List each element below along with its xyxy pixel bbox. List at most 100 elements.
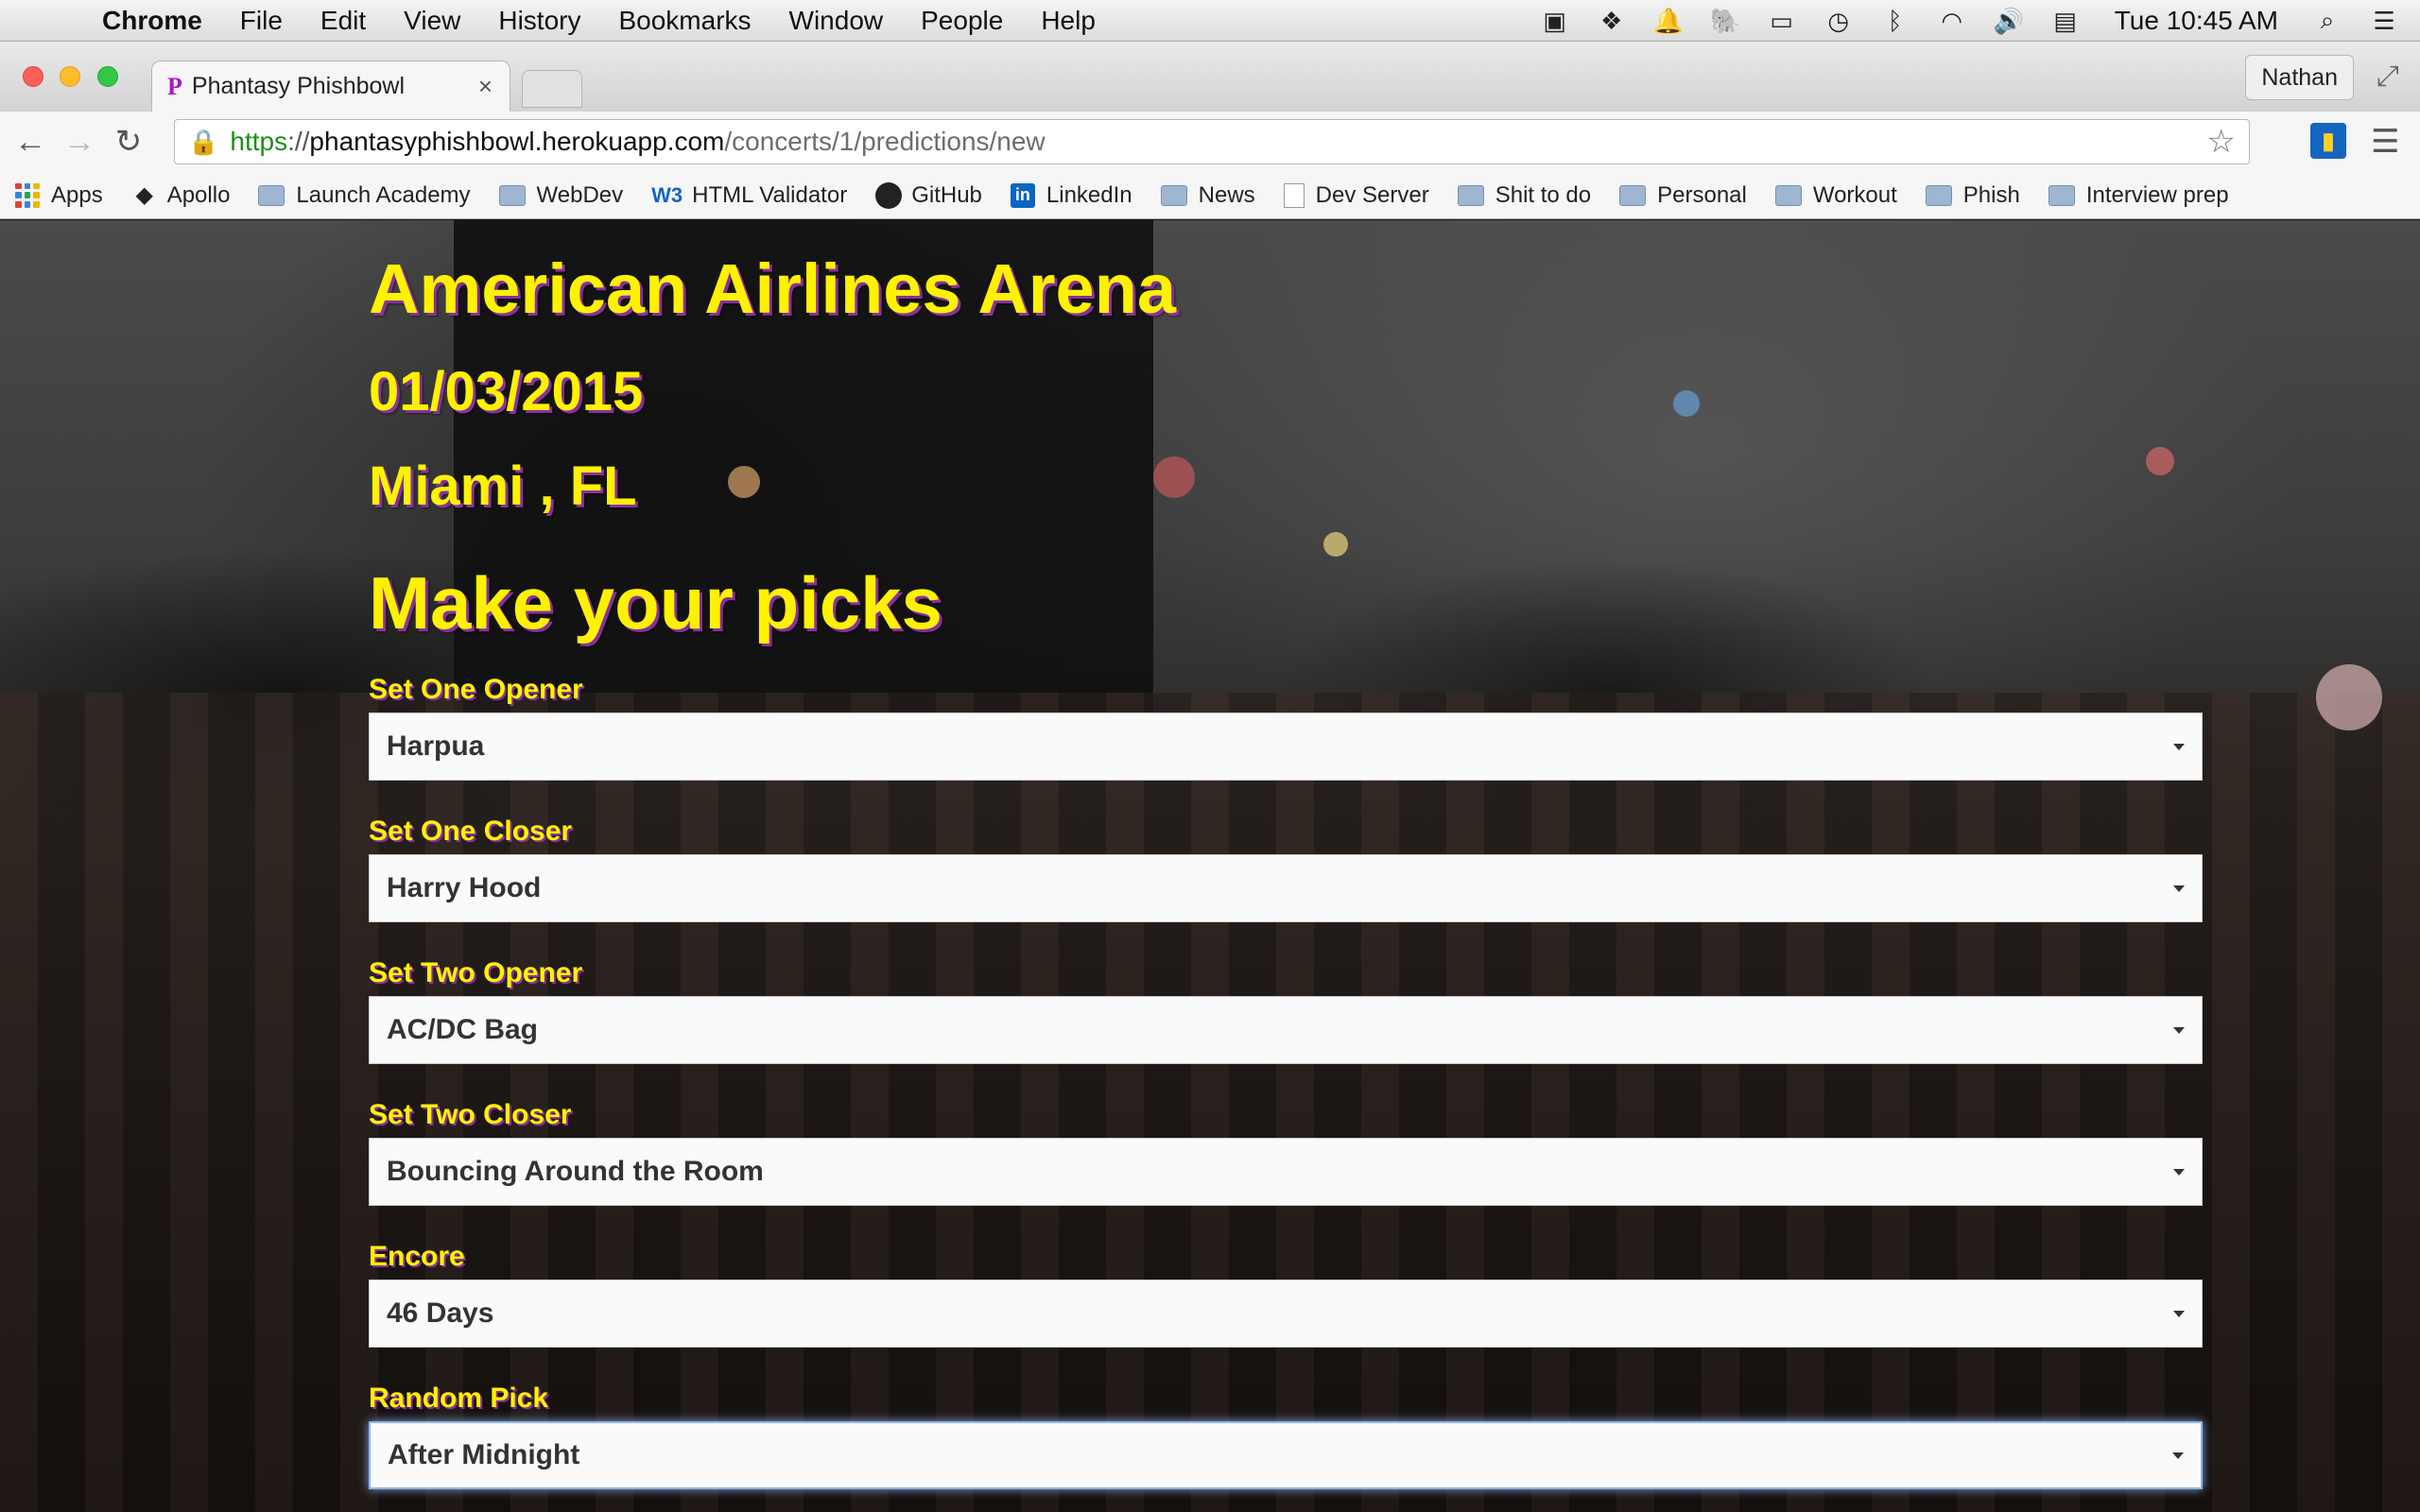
fullscreen-icon[interactable]: ⤢	[2377, 60, 2399, 93]
bookmark-html-validator[interactable]: W3 HTML Validator	[651, 182, 847, 209]
background-crowd-image	[0, 693, 2420, 1512]
reload-icon[interactable]: ↻	[110, 123, 147, 161]
beach-ball-decoration	[1153, 456, 1195, 498]
bookmark-label: Shit to do	[1495, 181, 1592, 208]
folder-icon	[1619, 184, 1647, 206]
menu-bookmarks[interactable]: Bookmarks	[618, 6, 751, 36]
menu-file[interactable]: File	[240, 6, 283, 36]
url-scheme: https	[230, 127, 288, 156]
time-machine-icon[interactable]: ◷	[1822, 7, 1856, 35]
page-viewport: American Airlines Arena 01/03/2015 Miami…	[0, 220, 2420, 1512]
select-value: 46 Days	[387, 1297, 494, 1329]
set-two-opener-label: Set Two Opener	[369, 957, 583, 988]
menu-app-chrome[interactable]: Chrome	[102, 6, 202, 36]
random-pick-select[interactable]: After Midnight	[369, 1421, 2203, 1489]
picks-heading: Make your picks	[369, 561, 942, 644]
beach-ball-decoration	[1673, 390, 1700, 417]
chevron-down-icon	[2172, 1452, 2184, 1459]
chrome-menu-icon[interactable]: ☰	[2371, 123, 2403, 160]
venue-title: American Airlines Arena	[369, 249, 1177, 328]
menu-history[interactable]: History	[498, 6, 580, 36]
folder-icon	[1925, 184, 1952, 206]
window-zoom-button[interactable]	[97, 66, 118, 87]
url-host: phantasyphishbowl.herokuapp.com	[309, 127, 725, 156]
bookmark-interview-prep[interactable]: Interview prep	[2048, 182, 2229, 209]
set-one-closer-label: Set One Closer	[369, 816, 573, 847]
folder-icon	[258, 184, 285, 206]
set-two-closer-select[interactable]: Bouncing Around the Room	[369, 1138, 2203, 1206]
extension-chart-icon[interactable]: ▮	[2310, 123, 2346, 159]
bookmark-label: LinkedIn	[1046, 181, 1132, 208]
bookmark-launch-academy[interactable]: Launch Academy	[258, 182, 471, 209]
wifi-icon[interactable]: ◠	[1935, 7, 1969, 35]
tab-close-icon[interactable]: ×	[478, 72, 493, 101]
forward-icon[interactable]: →	[60, 124, 98, 161]
bookmark-phish[interactable]: Phish	[1925, 181, 2020, 209]
bookmark-linkedin[interactable]: in LinkedIn	[1010, 181, 1132, 209]
back-icon[interactable]: ←	[11, 124, 49, 161]
new-tab-button[interactable]	[522, 70, 582, 108]
set-two-opener-select[interactable]: AC/DC Bag	[369, 996, 2203, 1064]
profile-button[interactable]: Nathan	[2245, 55, 2354, 100]
browser-tab-active[interactable]: P Phantasy Phishbowl ×	[151, 60, 510, 112]
folder-icon	[498, 184, 526, 206]
bookmarks-bar: Apps ◆ Apollo Launch Academy WebDev W3 H…	[0, 172, 2420, 219]
encore-select[interactable]: 46 Days	[369, 1280, 2203, 1348]
bookmark-apps[interactable]: Apps	[15, 182, 103, 209]
bookmark-apollo[interactable]: ◆ Apollo	[131, 181, 230, 209]
beach-ball-decoration	[2146, 447, 2174, 475]
select-value: AC/DC Bag	[387, 1014, 539, 1045]
bookmark-label: Phish	[1962, 181, 2020, 208]
activity-monitor-icon[interactable]: ▤	[2048, 7, 2083, 35]
bookmark-label: News	[1198, 181, 1255, 208]
secure-lock-icon[interactable]: 🔒	[188, 128, 218, 157]
menu-people[interactable]: People	[921, 6, 1003, 36]
menu-edit[interactable]: Edit	[320, 6, 366, 36]
bluetooth-icon[interactable]: ᛒ	[1878, 7, 1912, 35]
site-favicon-icon: P	[167, 72, 182, 100]
concert-city: Miami , FL	[369, 455, 637, 517]
beach-ball-decoration	[1323, 532, 1348, 557]
volume-icon[interactable]: 🔊	[1992, 7, 2026, 35]
bookmark-github[interactable]: GitHub	[875, 181, 982, 209]
menu-view[interactable]: View	[404, 6, 460, 36]
window-close-button[interactable]	[23, 66, 43, 87]
select-value: Harry Hood	[387, 872, 542, 903]
menubar-clock[interactable]: Tue 10:45 AM	[2115, 6, 2278, 36]
spotlight-search-icon[interactable]: ⌕	[2310, 6, 2344, 35]
bookmark-personal[interactable]: Personal	[1619, 182, 1747, 209]
set-one-closer-select[interactable]: Harry Hood	[369, 854, 2203, 922]
notification-bell-icon[interactable]: 🔔	[1651, 7, 1685, 35]
menu-window[interactable]: Window	[789, 6, 884, 36]
notification-center-icon[interactable]: ☰	[2367, 7, 2401, 35]
chevron-down-icon	[2173, 885, 2185, 892]
airplay-icon[interactable]: ▭	[1765, 7, 1799, 35]
bookmark-dev-server[interactable]: Dev Server	[1283, 182, 1429, 209]
address-bar[interactable]: 🔒 https://phantasyphishbowl.herokuapp.co…	[174, 119, 2250, 164]
status-menu-area: ▣ ❖ 🔔 🐘 ▭ ◷ ᛒ ◠ 🔊 ▤ Tue 10:45 AM ⌕ ☰	[1538, 0, 2401, 42]
evernote-icon[interactable]: 🐘	[1708, 7, 1742, 35]
w3c-icon: W3	[651, 182, 683, 207]
github-icon	[875, 181, 903, 209]
browser-tab-strip: P Phantasy Phishbowl × Nathan ⤢	[0, 42, 2420, 112]
dropbox-icon[interactable]: ❖	[1595, 7, 1629, 35]
menu-help[interactable]: Help	[1041, 6, 1096, 36]
screen-share-icon[interactable]: ▣	[1538, 7, 1572, 35]
bookmark-shit-to-do[interactable]: Shit to do	[1457, 181, 1592, 209]
bookmark-star-icon[interactable]: ☆	[2207, 123, 2236, 161]
folder-icon	[2048, 184, 2075, 206]
beach-ball-decoration	[728, 466, 760, 498]
random-pick-label: Random Pick	[369, 1383, 549, 1414]
browser-toolbar: ← → ↻ 🔒 https://phantasyphishbowl.heroku…	[0, 112, 2420, 172]
set-one-opener-select[interactable]: Harpua	[369, 713, 2203, 781]
bookmark-label: Interview prep	[2085, 181, 2229, 208]
set-two-closer-label: Set Two Closer	[369, 1099, 572, 1130]
select-value: After Midnight	[388, 1439, 580, 1470]
window-minimize-button[interactable]	[60, 66, 80, 87]
apollo-icon: ◆	[135, 182, 153, 208]
bookmark-webdev[interactable]: WebDev	[498, 182, 623, 209]
concert-date: 01/03/2015	[369, 361, 644, 422]
encore-label: Encore	[369, 1241, 465, 1272]
bookmark-news[interactable]: News	[1160, 181, 1255, 209]
bookmark-workout[interactable]: Workout	[1774, 182, 1897, 209]
